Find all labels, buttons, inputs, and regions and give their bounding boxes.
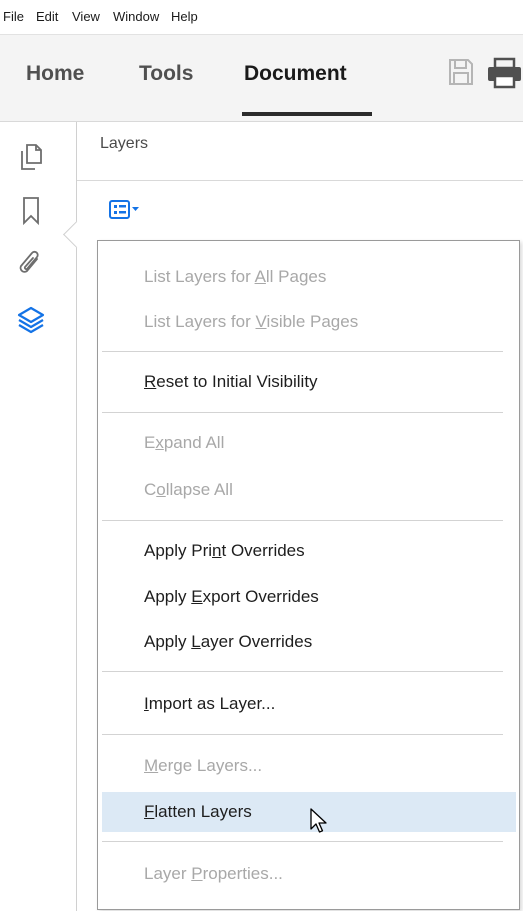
panel-title: Layers [100, 135, 149, 152]
layers-options-menu: List Layers for All Pages List Layers fo… [97, 240, 520, 910]
menu-item-list-layers-all-pages[interactable]: List Layers for All Pages [98, 257, 519, 297]
menu-separator [102, 520, 503, 521]
menu-help[interactable]: Help [171, 9, 198, 24]
active-tab-indicator [242, 112, 372, 116]
navigation-rail [0, 122, 77, 911]
menu-item-layer-properties[interactable]: Layer Properties... [98, 854, 519, 894]
layers-panel-header: Layers [77, 122, 523, 181]
tab-document[interactable]: Document [244, 62, 347, 86]
page-thumbnails-icon[interactable] [17, 141, 45, 173]
menu-item-expand-all[interactable]: Expand All [98, 423, 519, 463]
attachment-icon[interactable] [17, 249, 45, 281]
layers-icon[interactable] [17, 305, 45, 337]
menu-item-collapse-all[interactable]: Collapse All [98, 470, 519, 510]
save-icon[interactable] [447, 57, 475, 92]
menu-item-flatten-layers[interactable]: Flatten Layers [102, 792, 516, 832]
menu-view[interactable]: View [72, 9, 100, 24]
menu-window[interactable]: Window [113, 9, 159, 24]
menu-item-apply-print-overrides[interactable]: Apply Print Overrides [98, 531, 519, 571]
menu-item-import-as-layer[interactable]: Import as Layer... [98, 684, 519, 724]
list-options-icon [108, 200, 152, 226]
bookmark-icon[interactable] [17, 195, 45, 227]
menu-bar: File Edit View Window Help [0, 0, 523, 35]
menu-separator [102, 671, 503, 672]
menu-separator [102, 351, 503, 352]
menu-file[interactable]: File [3, 9, 24, 24]
menu-edit[interactable]: Edit [36, 9, 58, 24]
tab-tools[interactable]: Tools [139, 62, 193, 86]
menu-separator [102, 412, 503, 413]
menu-item-list-layers-visible-pages[interactable]: List Layers for Visible Pages [98, 302, 519, 342]
tab-bar: Home Tools Document [0, 35, 523, 122]
menu-separator [102, 734, 503, 735]
menu-item-apply-layer-overrides[interactable]: Apply Layer Overrides [98, 622, 519, 662]
mouse-cursor-icon [310, 808, 328, 841]
menu-separator [102, 841, 503, 842]
menu-item-apply-export-overrides[interactable]: Apply Export Overrides [98, 577, 519, 617]
tab-home[interactable]: Home [26, 62, 84, 86]
menu-item-merge-layers[interactable]: Merge Layers... [98, 746, 519, 786]
menu-item-reset-visibility[interactable]: Reset to Initial Visibility [98, 362, 519, 402]
print-icon[interactable] [486, 57, 523, 94]
layers-options-button[interactable] [108, 198, 152, 222]
